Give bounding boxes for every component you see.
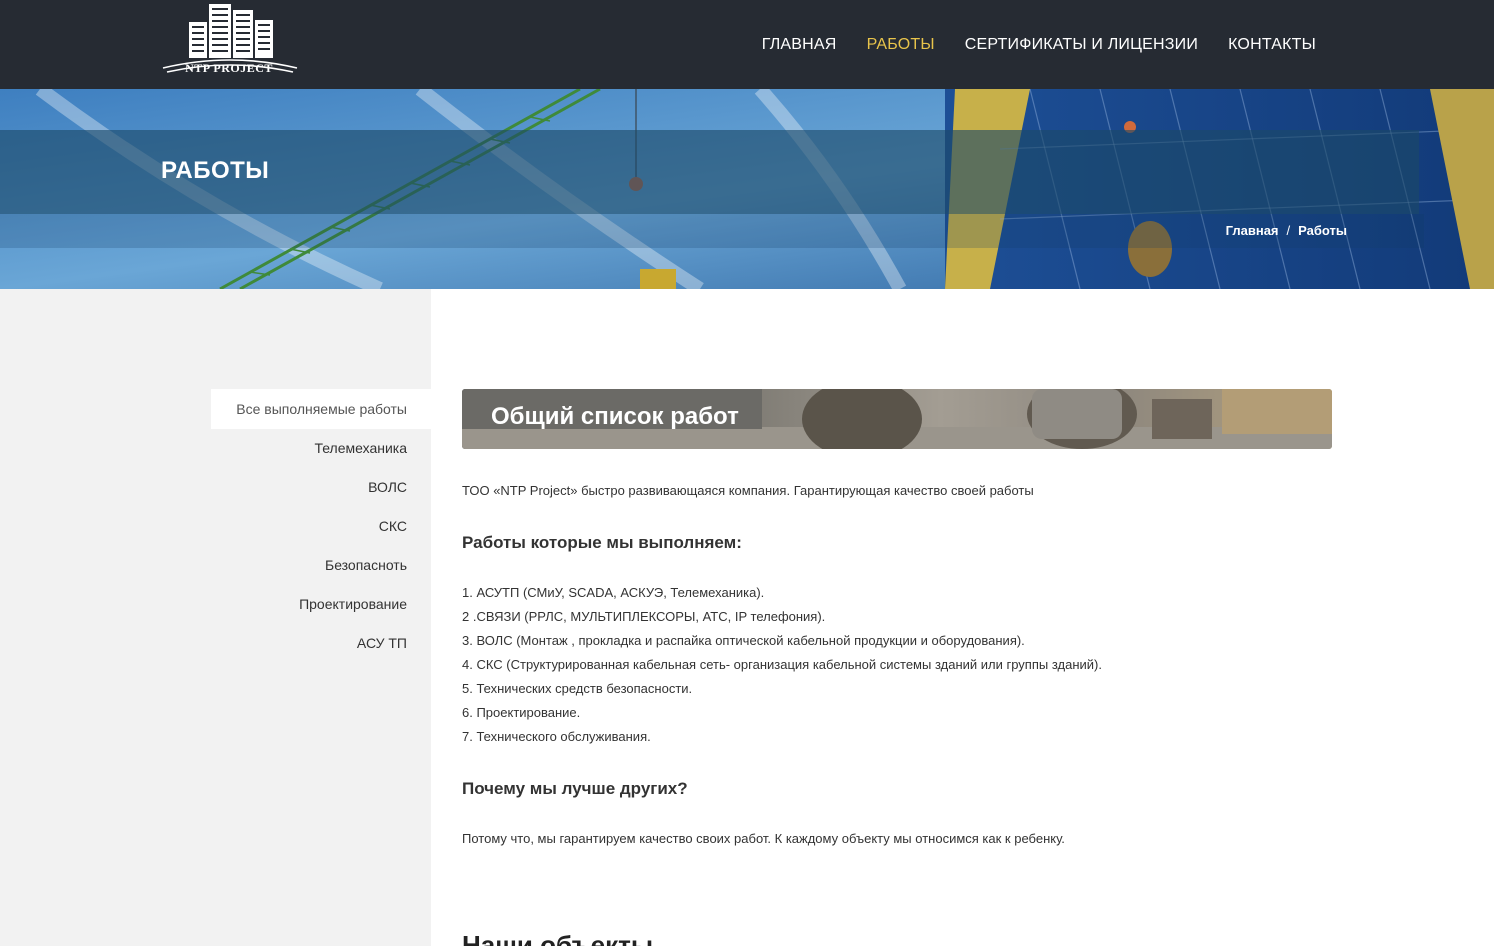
sidebar-item-fiber-optic[interactable]: ВОЛС <box>211 468 431 507</box>
section-title: Общий список работ <box>491 403 739 430</box>
top-navigation-bar: NTP PROJECT ГЛАВНАЯ РАБОТЫ СЕРТИФИКАТЫ И… <box>0 0 1494 89</box>
breadcrumb-current: Работы <box>1298 223 1347 238</box>
sidebar-item-telemechanics[interactable]: Телемеханика <box>211 429 431 468</box>
breadcrumb: Главная / Работы <box>1226 223 1347 238</box>
page-title: РАБОТЫ <box>161 157 270 184</box>
list-item: 7. Технического обслуживания. <box>462 729 651 744</box>
list-item: 3. ВОЛС (Монтаж , прокладка и распайка о… <box>462 633 1025 648</box>
sidebar-menu: Все выполняемые работы Телемеханика ВОЛС… <box>211 389 431 663</box>
breadcrumb-home-link[interactable]: Главная <box>1226 223 1279 238</box>
list-item: 2 .СВЯЗИ (РРЛС, МУЛЬТИПЛЕКСОРЫ, АТС, IP … <box>462 609 826 624</box>
list-item: 1. АСУТП (СМиУ, SCADA, АСКУЭ, Телемехани… <box>462 585 765 600</box>
works-heading: Работы которые мы выполняем: <box>462 533 742 552</box>
why-text: Потому что, мы гарантируем качество свои… <box>462 831 1065 846</box>
sidebar-item-asu-tp[interactable]: АСУ ТП <box>211 624 431 663</box>
main-nav: ГЛАВНАЯ РАБОТЫ СЕРТИФИКАТЫ И ЛИЦЕНЗИИ КО… <box>762 0 1316 89</box>
hero-banner: РАБОТЫ Главная / Работы <box>0 89 1494 289</box>
sidebar: Все выполняемые работы Телемеханика ВОЛС… <box>0 289 431 946</box>
objects-heading-partial: Наши объекты <box>462 930 654 946</box>
breadcrumb-band <box>0 214 1424 248</box>
logo-text: NTP PROJECT <box>185 61 273 75</box>
intro-text: ТОО «NTP Project» быстро развивающаяся к… <box>462 483 1034 498</box>
sidebar-item-all-works[interactable]: Все выполняемые работы <box>211 389 431 429</box>
list-item: 6. Проектирование. <box>462 705 581 720</box>
section-banner: Общий список работ <box>462 389 1332 449</box>
nav-item-works[interactable]: РАБОТЫ <box>867 36 935 54</box>
sidebar-item-design[interactable]: Проектирование <box>211 585 431 624</box>
breadcrumb-separator: / <box>1286 223 1291 238</box>
nav-item-contacts[interactable]: КОНТАКТЫ <box>1228 36 1316 54</box>
nav-item-certificates[interactable]: СЕРТИФИКАТЫ И ЛИЦЕНЗИИ <box>965 36 1198 54</box>
works-list: 1. АСУТП (СМиУ, SCADA, АСКУЭ, Телемехани… <box>462 584 1102 752</box>
why-heading: Почему мы лучше других? <box>462 779 688 798</box>
company-logo[interactable]: NTP PROJECT <box>161 0 299 80</box>
list-item: 5. Технических средств безопасности. <box>462 681 693 696</box>
list-item: 4. СКС (Структурированная кабельная сеть… <box>462 657 1102 672</box>
nav-item-home[interactable]: ГЛАВНАЯ <box>762 36 837 54</box>
sidebar-item-security[interactable]: Безопасноть <box>211 546 431 585</box>
sidebar-item-scs[interactable]: СКС <box>211 507 431 546</box>
